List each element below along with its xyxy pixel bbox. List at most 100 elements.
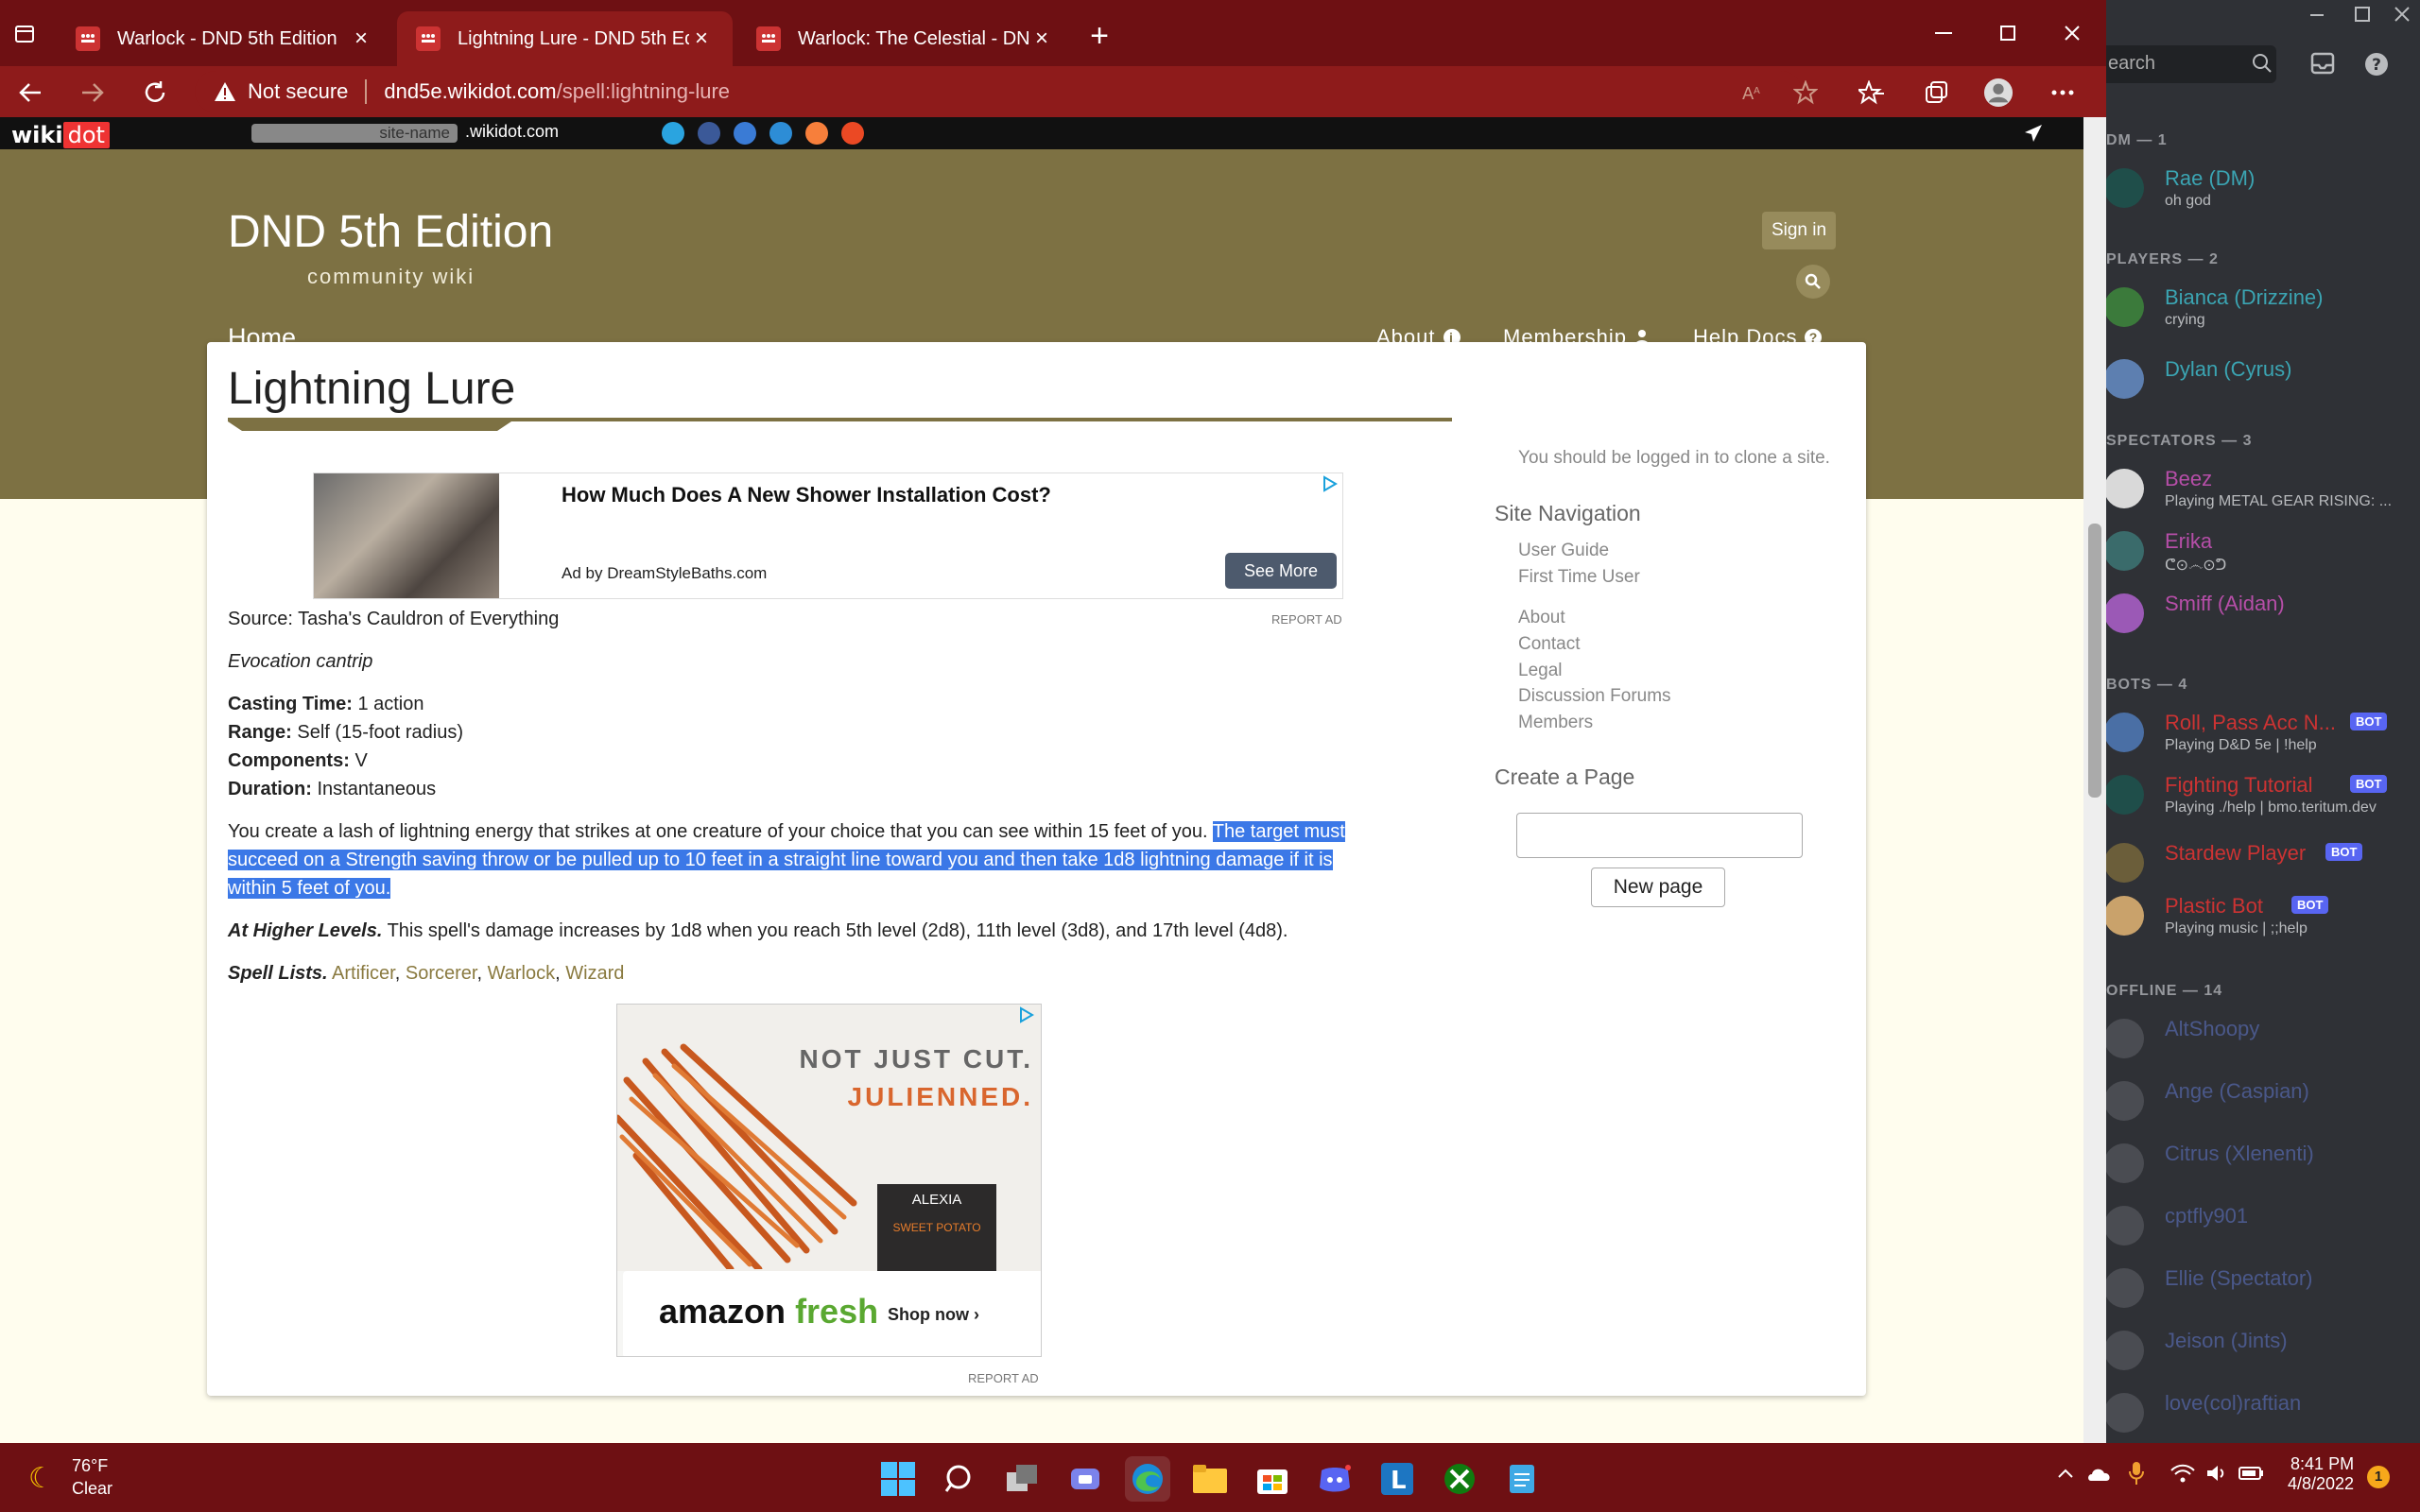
close-tab-icon[interactable]: × [349,26,373,52]
link-artificer[interactable]: Artificer [332,963,395,984]
shop-now-link[interactable]: Shop now › [888,1305,979,1325]
discord-icon[interactable] [1312,1456,1357,1502]
new-page-button[interactable]: New page [1591,868,1725,907]
tab-actions-icon[interactable] [9,19,40,49]
link-sorcerer[interactable]: Sorcerer [406,963,477,984]
shower-ad[interactable]: How Much Does A New Shower Installation … [313,472,1343,599]
url-field[interactable]: Not secure dnd5e.wikidot.com/spell:light… [195,71,1802,112]
member-row[interactable]: Ange (Caspian) [2106,1074,2420,1126]
tab-lightning-lure[interactable]: Lightning Lure - DND 5th Edition × [397,11,733,66]
site-name-input[interactable]: site-name [251,124,458,143]
onedrive-icon[interactable] [2087,1466,2112,1481]
scrollbar-thumb[interactable] [2088,524,2101,798]
close-tab-icon[interactable]: × [689,26,714,52]
member-row[interactable]: Citrus (Xlenenti) [2106,1136,2420,1189]
discord-close-icon[interactable] [2394,6,2411,23]
new-tab-icon[interactable]: + [1082,19,1116,53]
delicious-icon[interactable] [734,122,756,145]
airplane-icon[interactable] [2023,123,2044,144]
maximize-icon[interactable] [1989,17,2027,49]
member-row[interactable]: AltShoopy [2106,1011,2420,1064]
wikidot-logo[interactable]: wiki dot [11,122,110,148]
wifi-icon[interactable] [2170,1464,2195,1483]
refresh-icon[interactable] [136,74,174,112]
link-members[interactable]: Members [1518,713,1593,733]
link-contact[interactable]: Contact [1518,634,1580,655]
member-row[interactable]: cptfly901 [2106,1198,2420,1251]
read-aloud-icon[interactable]: AA [1737,77,1768,108]
digg-icon[interactable] [769,122,792,145]
microphone-icon[interactable] [2129,1462,2144,1485]
more-menu-icon[interactable] [2048,77,2078,108]
notepad-icon[interactable] [1499,1456,1545,1502]
link-warlock[interactable]: Warlock [488,963,555,984]
amazon-fresh-ad[interactable]: NOT JUST CUT. JULIENNED. ALEXIA SWEET POT… [616,1004,1042,1357]
forward-icon[interactable] [74,74,112,112]
stumbleupon-icon[interactable] [841,122,864,145]
report-ad-link[interactable]: REPORT AD [968,1371,1039,1385]
member-row[interactable]: Plastic Bot BOT Playing music | ;;help [2106,888,2420,941]
link-first-time-user[interactable]: First Time User [1518,567,1640,588]
link-wizard[interactable]: Wizard [565,963,624,984]
link-discussion-forums[interactable]: Discussion Forums [1518,686,1671,707]
tab-warlock[interactable]: Warlock - DND 5th Edition × [57,11,392,66]
search-icon[interactable] [1796,265,1830,299]
discord-minimize-icon[interactable] [2308,6,2325,23]
favorites-icon[interactable] [1857,77,1887,108]
notification-badge[interactable]: 1 [2367,1466,2390,1488]
twitter-icon[interactable] [662,122,684,145]
ad-headline[interactable]: How Much Does A New Shower Installation … [562,483,1051,507]
report-ad-link[interactable]: REPORT AD [1271,612,1342,627]
security-label[interactable]: Not secure [248,79,348,104]
reddit-icon[interactable] [805,122,828,145]
member-row[interactable]: Roll, Pass Acc N... BOT Playing D&D 5e | !… [2106,705,2420,758]
store-icon[interactable] [1250,1456,1295,1502]
new-page-input[interactable] [1516,813,1803,858]
link-about[interactable]: About [1518,608,1565,628]
collections-icon[interactable] [1921,77,1951,108]
member-row[interactable]: Beez Playing METAL GEAR RISING: ... [2106,461,2420,514]
site-title[interactable]: DND 5th Edition [228,206,553,258]
battery-icon[interactable] [2238,1464,2265,1483]
edge-icon[interactable] [1125,1456,1170,1502]
search-icon[interactable] [938,1456,983,1502]
start-icon[interactable] [875,1456,921,1502]
member-row[interactable]: Bianca (Drizzine) crying [2106,280,2420,333]
discord-maximize-icon[interactable] [2354,6,2371,23]
facebook-icon[interactable] [698,122,720,145]
profile-icon[interactable] [1983,77,2014,108]
member-row[interactable]: Rae (DM) oh god [2106,161,2420,214]
member-row[interactable]: Fighting Tutorial BOT Playing ./help | bmo… [2106,767,2420,820]
member-row[interactable]: love(col)raftian [2106,1385,2420,1438]
adchoices-icon[interactable] [1018,1006,1035,1023]
system-clock[interactable]: 8:41 PM 4/8/2022 [2288,1454,2354,1494]
close-window-icon[interactable] [2053,17,2091,49]
file-explorer-icon[interactable] [1187,1456,1233,1502]
discord-search-input[interactable]: earch [2106,45,2276,83]
member-row[interactable]: Erika ᕦ⊙෴⊙ᕤ [2106,524,2420,576]
sign-in-button[interactable]: Sign in [1762,212,1836,249]
member-row[interactable]: Stardew Player BOT [2106,835,2420,888]
teams-chat-icon[interactable] [1063,1456,1108,1502]
minimize-icon[interactable] [1925,17,1962,49]
tab-warlock-celestial[interactable]: Warlock: The Celestial - DND 5th × [737,11,1073,66]
back-icon[interactable] [11,74,49,112]
search-icon[interactable] [2252,53,2273,74]
adchoices-icon[interactable] [1322,475,1339,492]
member-row[interactable]: Dylan (Cyrus) [2106,352,2420,404]
link-legal[interactable]: Legal [1518,661,1563,681]
volume-icon[interactable] [2206,1464,2229,1483]
member-row[interactable]: Jeison (Jints) [2106,1323,2420,1376]
see-more-button[interactable]: See More [1225,553,1337,589]
close-tab-icon[interactable]: × [1029,26,1054,52]
link-user-guide[interactable]: User Guide [1518,541,1609,561]
task-view-icon[interactable] [1000,1456,1046,1502]
member-row[interactable]: Smiff (Aidan) [2106,586,2420,639]
help-icon[interactable]: ? [2363,51,2390,77]
chevron-up-icon[interactable] [2057,1468,2074,1479]
xbox-icon[interactable] [1437,1456,1482,1502]
add-favorite-icon[interactable] [1790,77,1821,108]
launcher-l-icon[interactable]: L [1374,1456,1420,1502]
inbox-icon[interactable] [2310,51,2335,76]
member-row[interactable]: Ellie (Spectator) [2106,1261,2420,1314]
